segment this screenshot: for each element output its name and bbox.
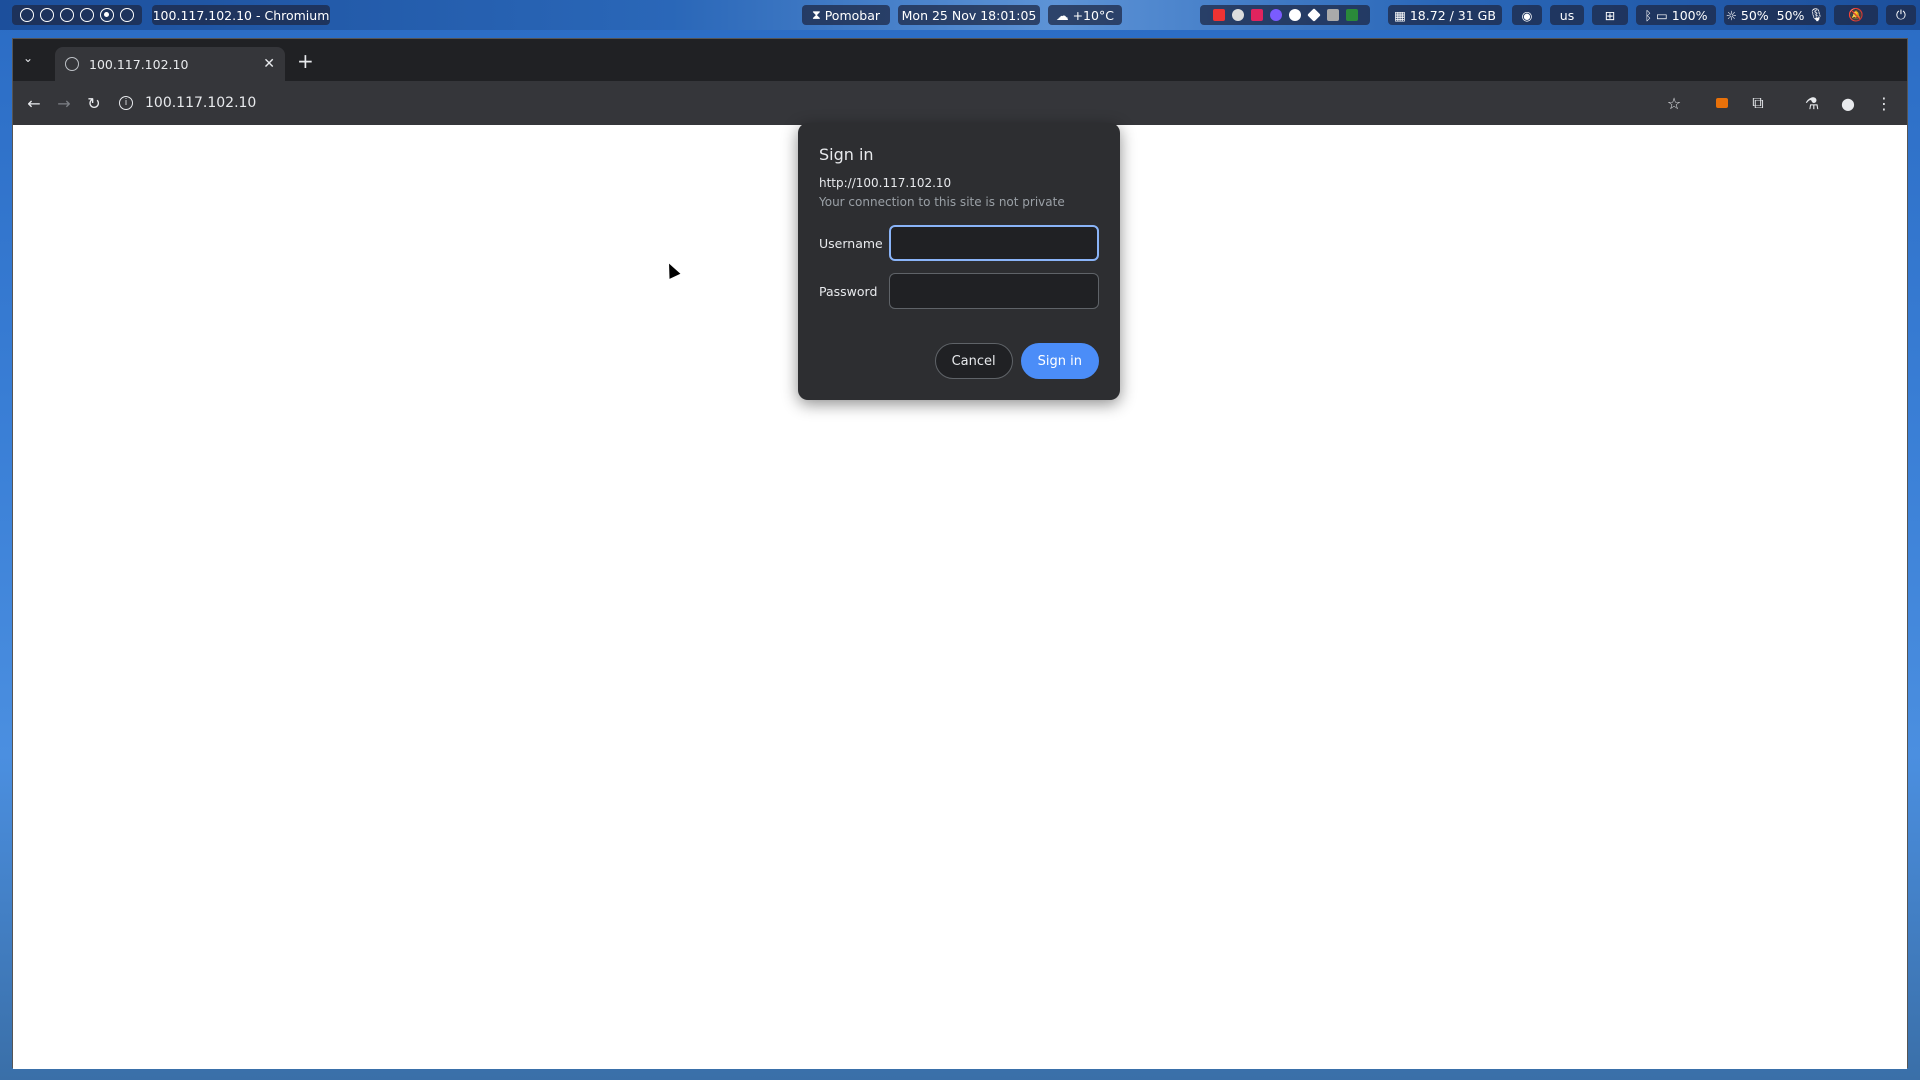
workspace-3-icon[interactable] — [60, 8, 74, 22]
extension-badge-icon[interactable] — [1707, 88, 1737, 118]
battery-label: 100% — [1671, 7, 1708, 23]
keyboard-layout[interactable]: us — [1550, 5, 1584, 25]
mic-icon: 🎙 — [1804, 7, 1825, 22]
toolbar-actions: ☆ ⧉ ⚗ ● ⋮ — [1659, 88, 1899, 118]
cloud-sun-icon: ☁ — [1056, 7, 1073, 23]
dialog-title: Sign in — [819, 145, 874, 164]
weather-label: +10°C — [1072, 7, 1114, 23]
window-title: 100.117.102.10 - Chromium — [152, 5, 330, 25]
tray-app-icon[interactable] — [1250, 9, 1263, 21]
system-tray — [1200, 5, 1370, 25]
clock[interactable]: Mon 25 Nov 18:01:05 — [898, 5, 1040, 25]
username-field[interactable] — [889, 225, 1099, 261]
hourglass-icon: ⧗ — [811, 7, 825, 22]
memory-icon: ▦ — [1394, 7, 1410, 23]
bookmark-star-icon[interactable]: ☆ — [1659, 88, 1689, 118]
info-icon[interactable]: i — [119, 96, 133, 110]
cancel-button[interactable]: Cancel — [934, 343, 1013, 379]
profile-avatar-icon[interactable]: ● — [1833, 88, 1863, 118]
toolbar: ← → ↻ i 100.117.102.10 ☆ ⧉ ⚗ ● ⋮ — [13, 81, 1907, 125]
bluetooth-icon: ᛒ — [1644, 7, 1656, 23]
network-tray-icon[interactable] — [1326, 9, 1339, 21]
brightness-label: 50% — [1740, 7, 1769, 23]
globe-icon — [65, 57, 79, 71]
battery-tray-icon[interactable] — [1345, 9, 1358, 21]
back-arrow-icon[interactable]: ← — [19, 88, 49, 118]
brightness-icon: ☼ — [1725, 7, 1741, 23]
power-icon[interactable]: ⏻ — [1886, 5, 1916, 25]
battery-icon: ▭ — [1655, 7, 1672, 23]
workspace-6-icon[interactable] — [120, 8, 134, 22]
audio-widget[interactable]: ☼ 50% 50% 🎙 — [1724, 5, 1826, 25]
tray-app-icon[interactable] — [1269, 9, 1282, 21]
extensions-puzzle-icon[interactable]: ⧉ — [1743, 88, 1773, 118]
new-tab-plus-icon[interactable]: + — [297, 49, 314, 73]
dialog-origin: http://100.117.102.10 — [819, 176, 952, 190]
close-icon[interactable]: ✕ — [263, 56, 275, 72]
tab-active[interactable]: 100.117.102.10 ✕ — [55, 47, 285, 81]
tab-bar: ⌄ 100.117.102.10 ✕ + — [13, 39, 1907, 81]
eye-icon[interactable]: ◉ — [1512, 5, 1542, 25]
address-text[interactable]: 100.117.102.10 — [145, 95, 256, 111]
workspace-switcher[interactable] — [12, 5, 142, 25]
check-icon[interactable] — [1288, 9, 1301, 21]
menu-kebab-icon[interactable]: ⋮ — [1869, 88, 1899, 118]
username-row: Username — [819, 225, 1099, 261]
workspace-2-icon[interactable] — [40, 8, 54, 22]
sign-in-dialog: Sign in http://100.117.102.10 Your conne… — [798, 123, 1120, 400]
battery-widget[interactable]: ᛒ ▭ 100% — [1636, 5, 1716, 25]
dialog-actions: Cancel Sign in — [934, 343, 1099, 379]
workspace-1-icon[interactable] — [20, 8, 34, 22]
pomobar-widget[interactable]: ⧗ Pomobar — [802, 5, 890, 25]
workspace-5-icon[interactable] — [100, 8, 114, 22]
dialog-warning: Your connection to this site is not priv… — [819, 195, 1065, 209]
address-bar[interactable]: i 100.117.102.10 — [119, 95, 256, 111]
sign-in-button[interactable]: Sign in — [1020, 343, 1099, 379]
steam-icon[interactable] — [1231, 9, 1244, 21]
network-icon[interactable]: ⊞ — [1592, 5, 1628, 25]
mic-label: 50% — [1776, 7, 1805, 23]
password-field[interactable] — [889, 273, 1099, 309]
password-row: Password — [819, 273, 1099, 309]
tab-search-chevron-icon[interactable]: ⌄ — [23, 51, 41, 69]
weather-widget[interactable]: ☁ +10°C — [1048, 5, 1122, 25]
memory-widget[interactable]: ▦ 18.72 / 31 GB — [1388, 5, 1502, 25]
username-label: Username — [819, 235, 883, 251]
tray-app-icon[interactable] — [1212, 9, 1225, 21]
password-label: Password — [819, 283, 878, 299]
workspace-4-icon[interactable] — [80, 8, 94, 22]
tab-title: 100.117.102.10 — [89, 56, 189, 72]
top-panel: 100.117.102.10 - Chromium ⧗ Pomobar Mon … — [0, 0, 1920, 30]
labs-flask-icon[interactable]: ⚗ — [1797, 88, 1827, 118]
memory-label: 18.72 / 31 GB — [1409, 7, 1496, 23]
diamond-icon[interactable] — [1306, 8, 1321, 22]
forward-arrow-icon[interactable]: → — [49, 88, 79, 118]
pomobar-label: Pomobar — [824, 7, 881, 23]
notifications-off-icon[interactable]: 🔕 — [1834, 5, 1878, 25]
reload-icon[interactable]: ↻ — [79, 88, 109, 118]
